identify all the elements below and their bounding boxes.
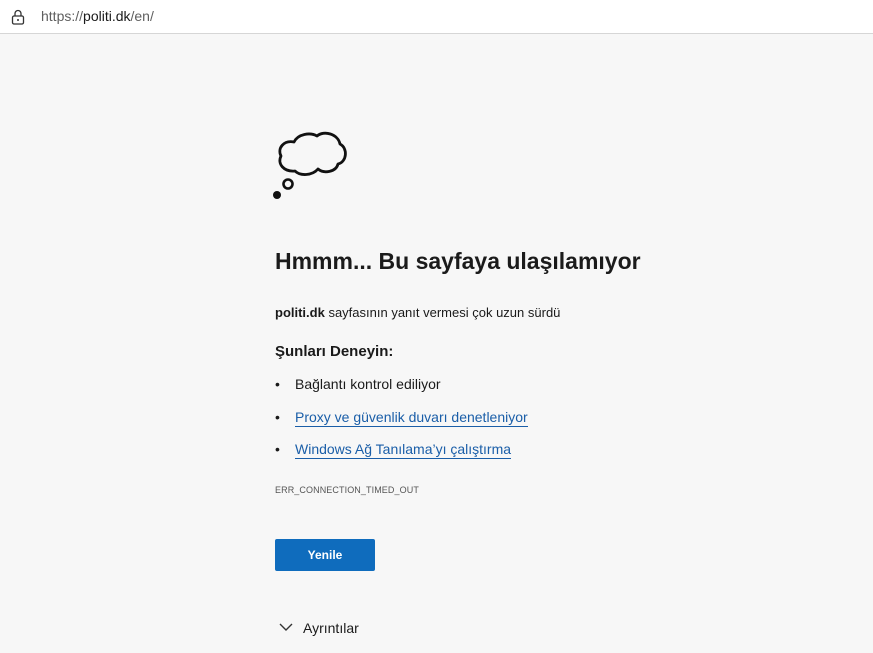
proxy-firewall-link[interactable]: Proxy ve güvenlik duvarı denetleniyor [295, 409, 528, 427]
chevron-down-icon[interactable] [279, 623, 293, 632]
url-host: politi.dk [83, 8, 131, 24]
page-title: Hmmm... Bu sayfaya ulaşılamıyor [275, 248, 641, 274]
try-heading: Şunları Deneyin: [275, 343, 394, 360]
error-code: ERR_CONNECTION_TIMED_OUT [275, 485, 419, 495]
url-path: /en/ [130, 8, 154, 24]
address-bar[interactable]: https://politi.dk/en/ [0, 0, 873, 34]
network-diagnostics-link[interactable]: Windows Ağ Tanılama’yı çalıştırma [295, 441, 512, 459]
suggestion-text: Bağlantı kontrol ediliyor [295, 376, 441, 392]
description-host: politi.dk [275, 305, 325, 320]
description-text: sayfasının yanıt vermesi çok uzun sürdü [324, 305, 561, 320]
url-prefix: https:// [41, 8, 84, 24]
thought-cloud-icon [273, 131, 347, 199]
error-description: politi.dk sayfasının yanıt vermesi çok u… [275, 305, 560, 320]
lock-icon[interactable] [11, 9, 25, 25]
bullet: • [275, 409, 280, 425]
bullet: • [275, 376, 280, 392]
details-label: Ayrıntılar [303, 620, 359, 636]
bullet: • [275, 441, 280, 457]
reload-button[interactable]: Yenile [275, 539, 375, 571]
url-field[interactable]: https://politi.dk/en/ [41, 8, 154, 24]
